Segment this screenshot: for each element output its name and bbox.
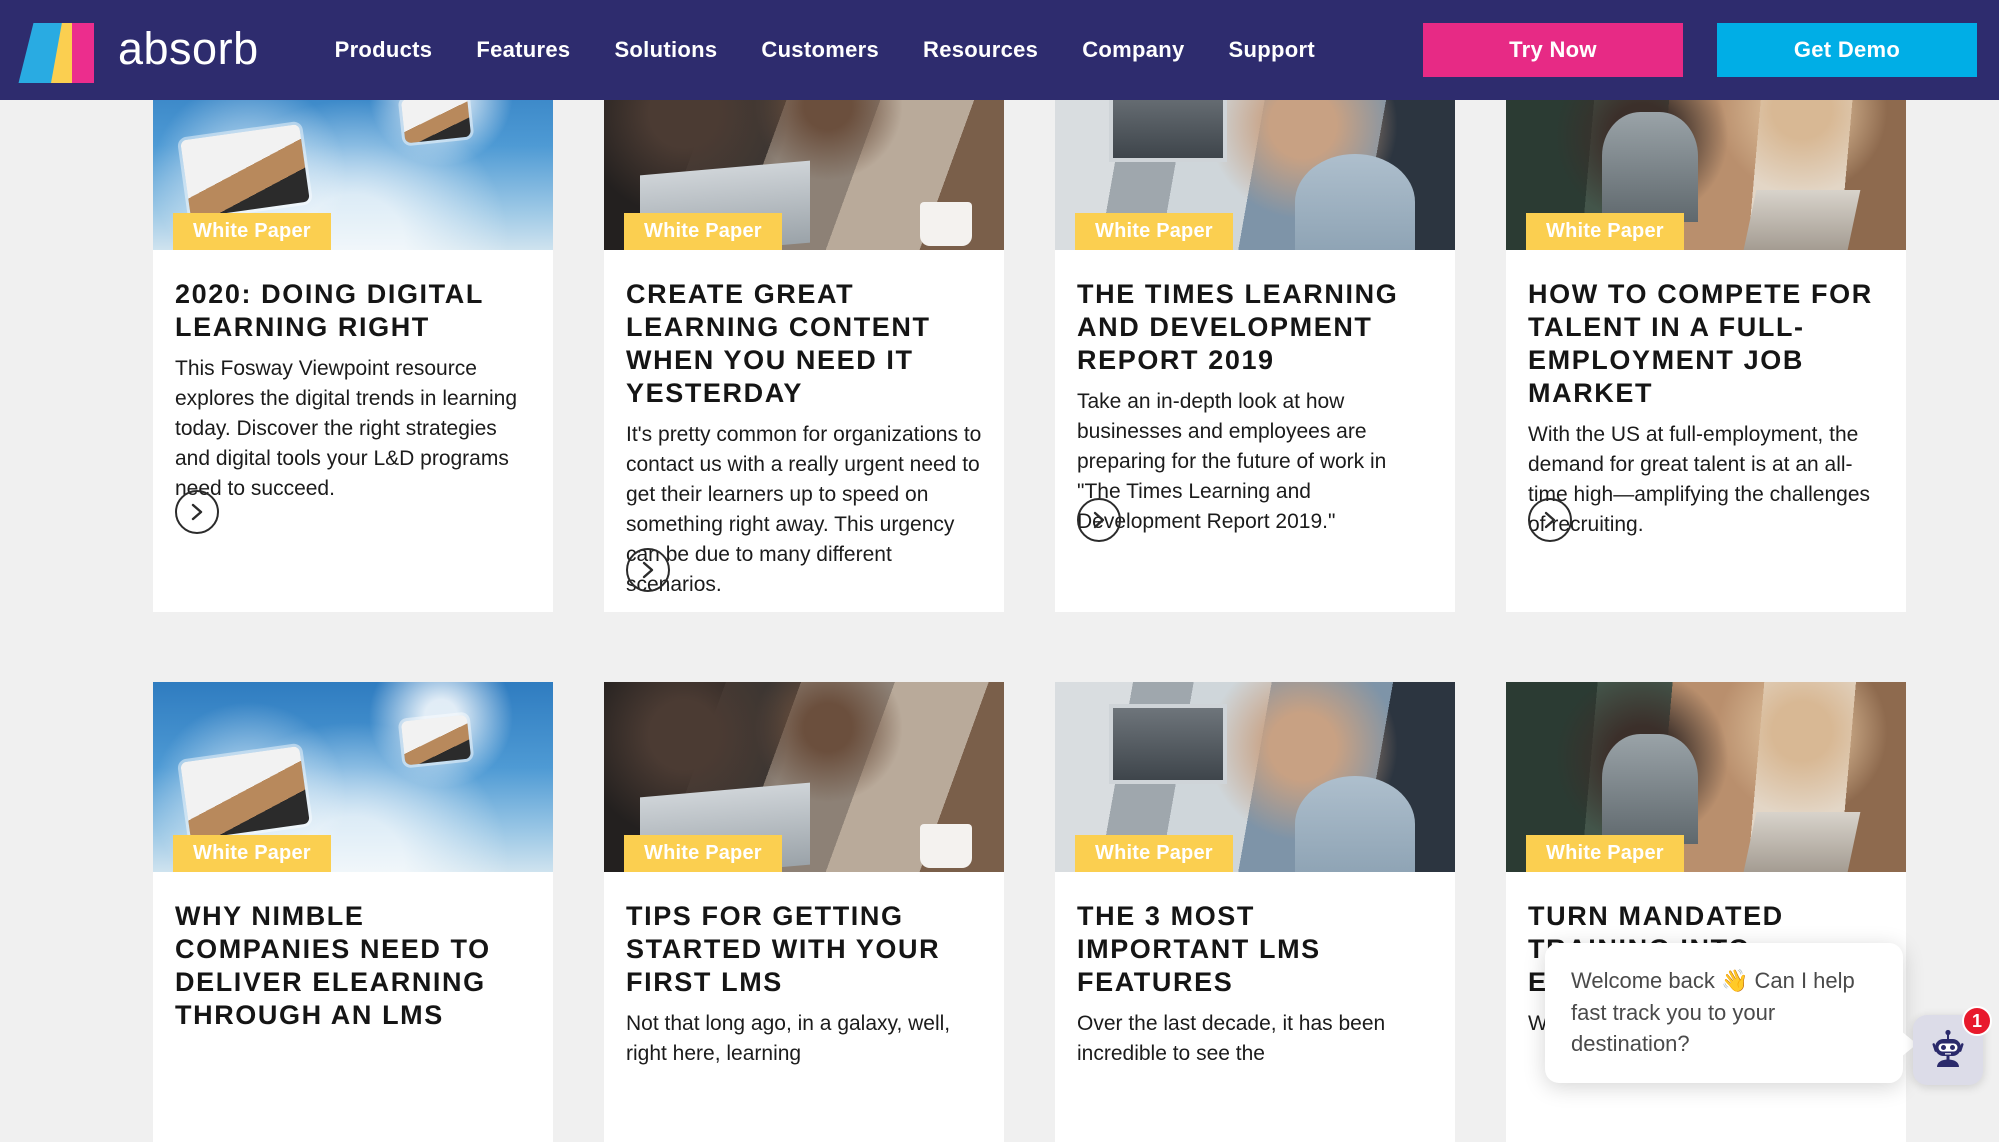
- chevron-right-icon: [638, 560, 658, 580]
- chat-launcher-button[interactable]: 1: [1913, 1015, 1983, 1085]
- top-navigation-bar: absorb Products Features Solutions Custo…: [0, 0, 1999, 100]
- card-body: The 3 Most Important LMS Features Over t…: [1055, 872, 1455, 1069]
- card-badge: White Paper: [624, 213, 782, 250]
- card-read-more-button[interactable]: [1077, 498, 1121, 542]
- primary-nav: Products Features Solutions Customers Re…: [313, 27, 1337, 73]
- nav-item-features[interactable]: Features: [454, 27, 592, 73]
- card-read-more-button[interactable]: [626, 548, 670, 592]
- chat-widget: Welcome back 👋 Can I help fast track you…: [1545, 943, 1983, 1093]
- card-badge: White Paper: [624, 835, 782, 872]
- resource-card[interactable]: White Paper Tips for Getting Started Wit…: [604, 682, 1004, 1142]
- chevron-right-icon: [1089, 510, 1109, 530]
- card-description: Over the last decade, it has been incred…: [1077, 1009, 1433, 1069]
- card-media: White Paper: [1506, 682, 1906, 872]
- card-title: 2020: Doing Digital Learning Right: [175, 278, 531, 344]
- card-title: Tips for Getting Started With Your First…: [626, 900, 982, 999]
- chevron-right-icon: [187, 502, 207, 522]
- card-body: How to Compete for Talent in a Full-Empl…: [1506, 250, 1906, 540]
- card-badge: White Paper: [1075, 213, 1233, 250]
- card-media: White Paper: [153, 682, 553, 872]
- card-description: Take an in-depth look at how businesses …: [1077, 387, 1433, 537]
- card-body: Tips for Getting Started With Your First…: [604, 872, 1004, 1069]
- chat-message-bubble[interactable]: Welcome back 👋 Can I help fast track you…: [1545, 943, 1903, 1083]
- chat-message-text: Welcome back 👋 Can I help fast track you…: [1571, 965, 1877, 1059]
- card-title: How to Compete for Talent in a Full-Empl…: [1528, 278, 1884, 410]
- card-body: Create Great Learning Content When You N…: [604, 250, 1004, 600]
- robot-avatar-icon: [1924, 1024, 1972, 1077]
- brand-logo[interactable]: absorb: [26, 17, 259, 83]
- card-media: White Paper: [1055, 682, 1455, 872]
- card-badge: White Paper: [173, 835, 331, 872]
- chevron-right-icon: [1540, 510, 1560, 530]
- nav-item-company[interactable]: Company: [1060, 27, 1206, 73]
- card-badge: White Paper: [1075, 835, 1233, 872]
- resource-card[interactable]: White Paper How to Compete for Talent in…: [1506, 60, 1906, 612]
- card-description: With the US at full-employment, the dema…: [1528, 420, 1884, 540]
- card-body: Why Nimble Companies Need to Deliver eLe…: [153, 872, 553, 1032]
- resource-card[interactable]: White Paper The Times Learning and Devel…: [1055, 60, 1455, 612]
- resource-card[interactable]: White Paper The 3 Most Important LMS Fea…: [1055, 682, 1455, 1142]
- resource-card[interactable]: White Paper Why Nimble Companies Need to…: [153, 682, 553, 1142]
- card-description: It's pretty common for organizations to …: [626, 420, 982, 600]
- get-demo-button[interactable]: Get Demo: [1717, 23, 1977, 77]
- brand-name: absorb: [118, 26, 259, 75]
- nav-item-support[interactable]: Support: [1207, 27, 1337, 73]
- nav-item-resources[interactable]: Resources: [901, 27, 1060, 73]
- card-body: 2020: Doing Digital Learning Right This …: [153, 250, 553, 504]
- resource-card[interactable]: White Paper 2020: Doing Digital Learning…: [153, 60, 553, 612]
- card-badge: White Paper: [173, 213, 331, 250]
- resource-card-row-1: White Paper 2020: Doing Digital Learning…: [153, 60, 1867, 612]
- card-read-more-button[interactable]: [1528, 498, 1572, 542]
- card-media: White Paper: [604, 682, 1004, 872]
- chat-unread-badge: 1: [1962, 1006, 1992, 1036]
- absorb-logo-icon: [26, 17, 100, 83]
- card-body: The Times Learning and Development Repor…: [1055, 250, 1455, 537]
- card-title: The 3 Most Important LMS Features: [1077, 900, 1433, 999]
- nav-actions: Try Now Get Demo: [1423, 23, 1977, 77]
- card-badge: White Paper: [1526, 213, 1684, 250]
- card-badge: White Paper: [1526, 835, 1684, 872]
- nav-item-customers[interactable]: Customers: [739, 27, 901, 73]
- nav-item-products[interactable]: Products: [313, 27, 455, 73]
- nav-item-solutions[interactable]: Solutions: [592, 27, 739, 73]
- try-now-button[interactable]: Try Now: [1423, 23, 1683, 77]
- card-description: This Fosway Viewpoint resource explores …: [175, 354, 531, 504]
- card-read-more-button[interactable]: [175, 490, 219, 534]
- card-title: Create Great Learning Content When You N…: [626, 278, 982, 410]
- card-title: Why Nimble Companies Need to Deliver eLe…: [175, 900, 531, 1032]
- card-description: Not that long ago, in a galaxy, well, ri…: [626, 1009, 982, 1069]
- card-title: The Times Learning and Development Repor…: [1077, 278, 1433, 377]
- resource-card[interactable]: White Paper Create Great Learning Conten…: [604, 60, 1004, 612]
